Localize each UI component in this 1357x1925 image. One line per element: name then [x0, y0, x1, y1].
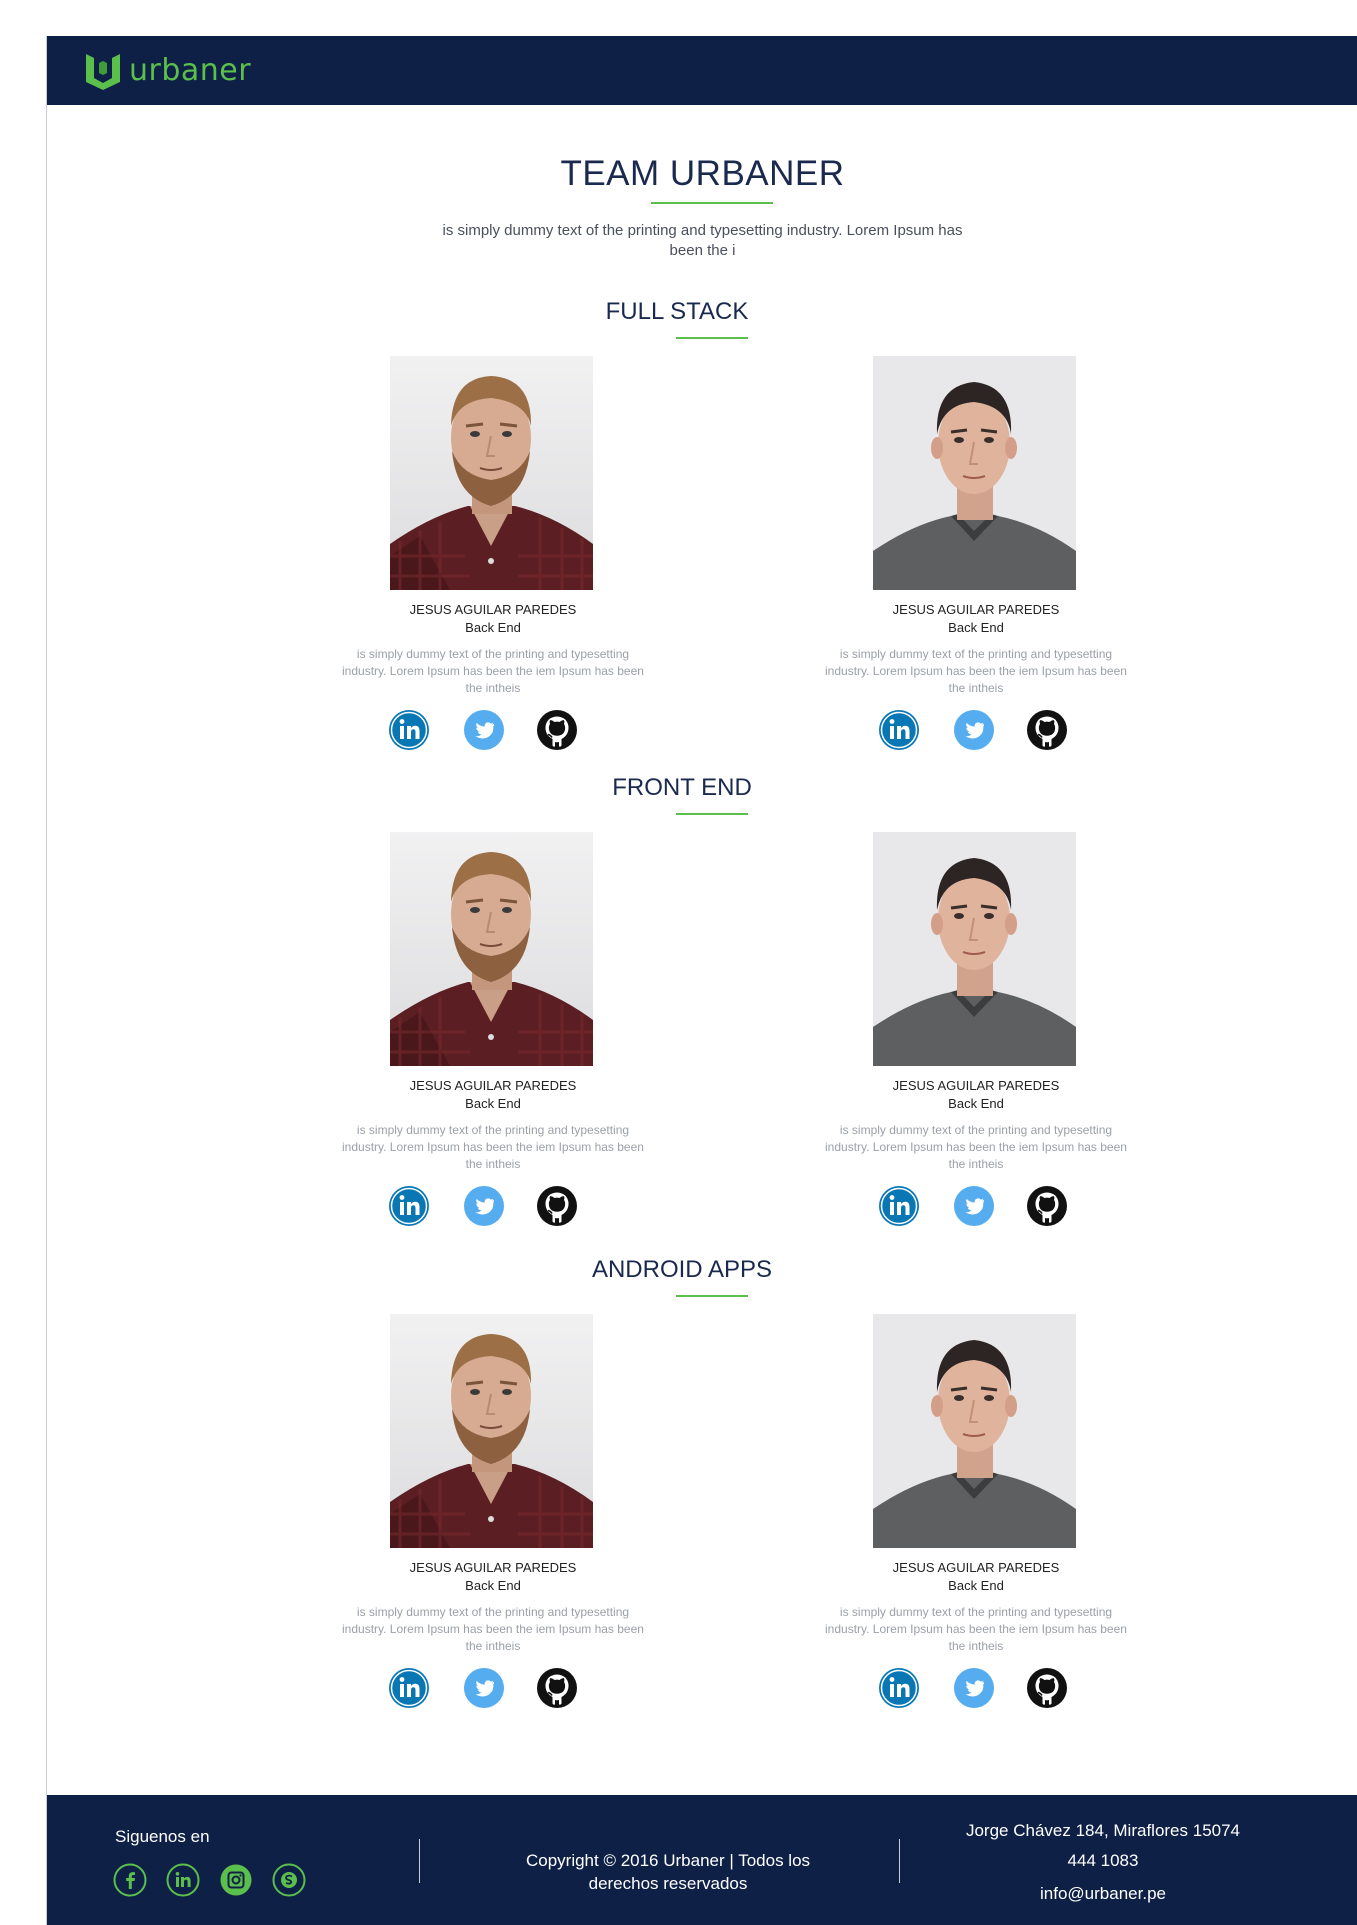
github-icon[interactable] [536, 709, 578, 751]
member-socials [878, 709, 1088, 751]
top-header: urbaner [47, 36, 1357, 105]
twitter-icon[interactable] [463, 1667, 505, 1709]
member-role: Back End [465, 1096, 521, 1111]
member-role: Back End [948, 1096, 1004, 1111]
member-name: JESUS AGUILAR PAREDES [892, 602, 1060, 617]
intro-text: is simply dummy text of the printing and… [47, 221, 1357, 261]
section-title-front-end: FRONT END [612, 774, 752, 801]
github-icon[interactable] [1026, 1185, 1068, 1227]
copyright-text: Copyright © 2016 Urbaner | Todos los der… [525, 1851, 811, 1893]
member-name: JESUS AGUILAR PAREDES [892, 1078, 1060, 1093]
twitter-icon[interactable] [463, 709, 505, 751]
title-underline [651, 202, 773, 204]
instagram-icon[interactable] [219, 1863, 253, 1897]
section-underline [676, 1295, 748, 1297]
member-socials [388, 709, 598, 751]
footer: Siguenos en Copyright © 2016 Urbaner | T… [47, 1795, 1357, 1925]
linkedin-icon[interactable] [878, 709, 920, 751]
linkedin-icon[interactable] [388, 1667, 430, 1709]
linkedin-icon[interactable] [166, 1863, 200, 1897]
member-name: JESUS AGUILAR PAREDES [409, 1560, 577, 1575]
contact-phone: 444 1083 [1067, 1851, 1139, 1870]
section-title-full-stack: FULL STACK [605, 298, 749, 325]
member-socials [878, 1667, 1088, 1709]
member-description: is simply dummy text of the printing and… [342, 1605, 644, 1653]
follow-label: Siguenos en [115, 1827, 210, 1846]
brand-name: urbaner [129, 52, 252, 88]
member-socials [388, 1185, 598, 1227]
member-photo [873, 832, 1076, 1066]
github-icon[interactable] [1026, 709, 1068, 751]
linkedin-icon[interactable] [388, 709, 430, 751]
contact-email[interactable]: info@urbaner.pe [943, 1884, 1263, 1904]
twitter-icon[interactable] [953, 709, 995, 751]
twitter-icon[interactable] [953, 1185, 995, 1227]
section-underline [676, 337, 748, 339]
member-description: is simply dummy text of the printing and… [825, 1605, 1127, 1653]
member-role: Back End [948, 620, 1004, 635]
member-name: JESUS AGUILAR PAREDES [892, 1560, 1060, 1575]
member-photo [390, 832, 593, 1066]
intro-text-content: is simply dummy text of the printing and… [442, 222, 963, 259]
twitter-icon[interactable] [463, 1185, 505, 1227]
logo-mark-icon [86, 54, 120, 90]
github-icon[interactable] [536, 1667, 578, 1709]
member-photo [873, 356, 1076, 590]
section-underline [676, 813, 748, 815]
member-photo [390, 1314, 593, 1548]
footer-divider [899, 1839, 900, 1883]
github-icon[interactable] [536, 1185, 578, 1227]
member-description: is simply dummy text of the printing and… [825, 1123, 1127, 1171]
linkedin-icon[interactable] [388, 1185, 430, 1227]
facebook-icon[interactable] [113, 1863, 147, 1897]
member-role: Back End [465, 620, 521, 635]
contact-address: Jorge Chávez 184, Miraflores 15074 [965, 1821, 1241, 1840]
footer-divider [419, 1839, 420, 1883]
member-description: is simply dummy text of the printing and… [342, 647, 644, 695]
skype-icon[interactable] [272, 1863, 306, 1897]
member-photo [873, 1314, 1076, 1548]
member-name: JESUS AGUILAR PAREDES [409, 602, 577, 617]
github-icon[interactable] [1026, 1667, 1068, 1709]
member-name: JESUS AGUILAR PAREDES [409, 1078, 577, 1093]
linkedin-icon[interactable] [878, 1667, 920, 1709]
page-frame: urbaner TEAM URBANER is simply dummy tex… [46, 36, 1357, 1925]
member-role: Back End [948, 1578, 1004, 1593]
member-role: Back End [465, 1578, 521, 1593]
section-title-android-apps: ANDROID APPS [591, 1256, 773, 1283]
brand-logo[interactable]: urbaner [83, 50, 251, 90]
member-socials [878, 1185, 1088, 1227]
member-photo [390, 356, 593, 590]
page-title: TEAM URBANER [560, 154, 845, 193]
member-description: is simply dummy text of the printing and… [342, 1123, 644, 1171]
twitter-icon[interactable] [953, 1667, 995, 1709]
member-socials [388, 1667, 598, 1709]
linkedin-icon[interactable] [878, 1185, 920, 1227]
member-description: is simply dummy text of the printing and… [825, 647, 1127, 695]
